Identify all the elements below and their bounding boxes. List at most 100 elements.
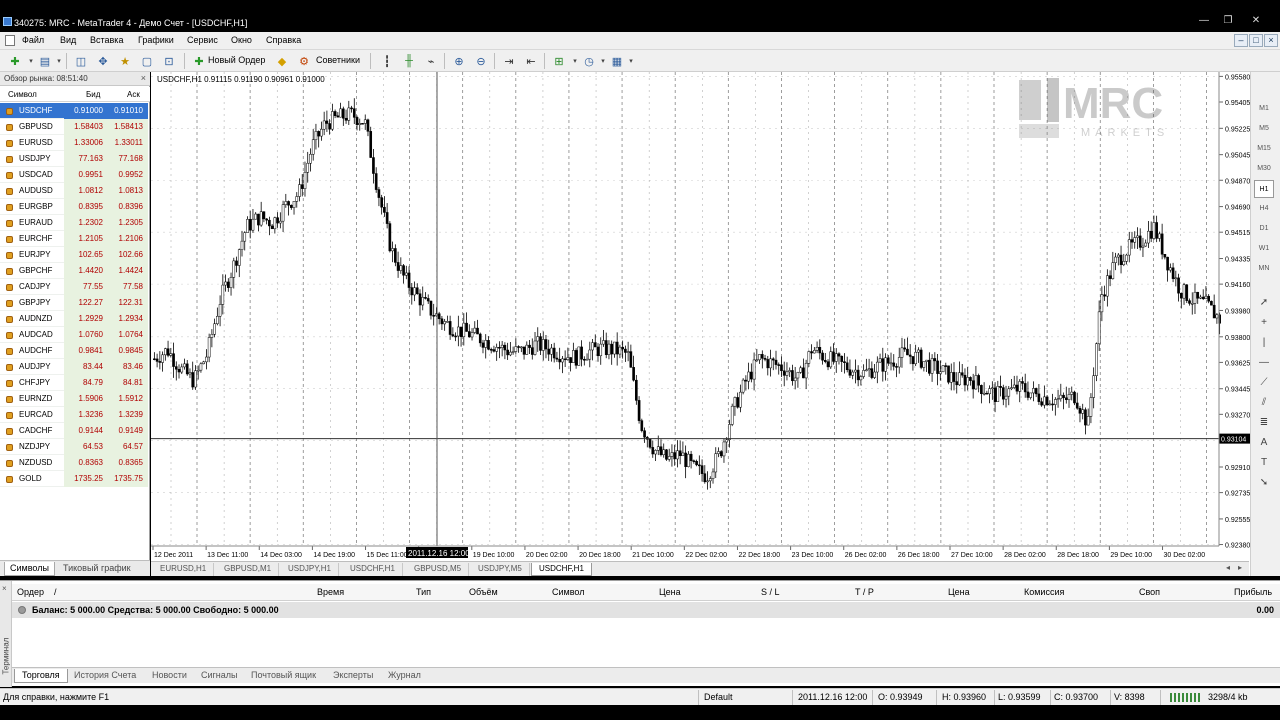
market-watch-row[interactable]: AUDUSD 1.0812 1.0813 (0, 183, 148, 199)
column-bid[interactable]: Бид (86, 90, 100, 99)
col-tp[interactable]: T / P (855, 587, 874, 597)
bar-chart-icon[interactable]: ┇ (378, 53, 396, 69)
timeframe-m30[interactable]: M30 (1254, 160, 1274, 178)
menu-window[interactable]: Окно (231, 35, 252, 45)
price-chart[interactable]: MRC MARKETS USDCHF,H1 0.91115 0.91190 0.… (151, 72, 1250, 561)
terminal-icon[interactable]: ▢ (138, 53, 156, 69)
crosshair-icon[interactable]: + (1255, 314, 1273, 332)
col-time[interactable]: Время (317, 587, 344, 597)
metaeditor-icon[interactable]: ◆ (273, 53, 291, 69)
trendline-icon[interactable]: ⟋ (1255, 374, 1273, 392)
col-type[interactable]: Тип (416, 587, 431, 597)
chart-tab[interactable]: USDCHF,H1 (343, 563, 403, 576)
terminal-tab[interactable]: Торговля (14, 669, 68, 683)
tab-scroll-right-icon[interactable]: ▸ (1238, 563, 1242, 572)
market-watch-row[interactable]: EURCAD 1.3236 1.3239 (0, 407, 148, 423)
channel-icon[interactable]: ⫽ (1255, 394, 1273, 412)
market-watch-row[interactable]: GBPCHF 1.4420 1.4424 (0, 263, 148, 279)
market-watch-row[interactable]: GBPUSD 1.58403 1.58413 (0, 119, 148, 135)
market-watch-row[interactable]: EURJPY 102.65 102.66 (0, 247, 148, 263)
market-watch-row[interactable]: NZDUSD 0.8363 0.8365 (0, 455, 148, 471)
fibonacci-icon[interactable]: ≣ (1255, 414, 1273, 432)
text-icon[interactable]: A (1255, 434, 1273, 452)
doc-minimize-icon[interactable]: – (1234, 34, 1248, 47)
terminal-tab[interactable]: Эксперты (326, 669, 380, 683)
market-watch-row[interactable]: GOLD 1735.25 1735.75 (0, 471, 148, 487)
market-watch-row[interactable]: CADJPY 77.55 77.58 (0, 279, 148, 295)
zoom-out-icon[interactable]: ⊖ (472, 53, 490, 69)
menu-file[interactable]: Файл (22, 35, 44, 45)
timeframe-h1[interactable]: H1 (1254, 180, 1274, 198)
menu-charts[interactable]: Графики (138, 35, 174, 45)
col-profit[interactable]: Прибыль (1234, 587, 1272, 597)
zoom-in-icon[interactable]: ⊕ (450, 53, 468, 69)
market-watch-row[interactable]: AUDCAD 1.0760 1.0764 (0, 327, 148, 343)
col-price-current[interactable]: Цена (948, 587, 970, 597)
chart-tab[interactable]: GBPUSD,M1 (217, 563, 280, 576)
market-watch-row[interactable]: EURNZD 1.5906 1.5912 (0, 391, 148, 407)
data-window-icon[interactable]: ✥ (94, 53, 112, 69)
balance-row[interactable]: Баланс: 5 000.00 Средства: 5 000.00 Своб… (12, 602, 1280, 618)
chart-tab[interactable]: GBPUSD,M5 (407, 563, 470, 576)
market-watch-row[interactable]: NZDJPY 64.53 64.57 (0, 439, 148, 455)
col-sl[interactable]: S / L (761, 587, 780, 597)
horizontal-line-icon[interactable]: — (1255, 354, 1273, 372)
minimize-icon[interactable]: — (1196, 14, 1212, 28)
chart-tab[interactable]: USDCHF,H1 (531, 563, 592, 576)
market-watch-row[interactable]: EURGBP 0.8395 0.8396 (0, 199, 148, 215)
col-volume[interactable]: Объём (469, 587, 498, 597)
chart-area[interactable]: MRC MARKETS USDCHF,H1 0.91115 0.91190 0.… (151, 72, 1280, 576)
expert-advisors-icon[interactable]: ⚙ (295, 53, 313, 69)
col-sort[interactable]: / (54, 587, 57, 597)
timeframe-mn[interactable]: MN (1254, 260, 1274, 278)
tab-scroll-left-icon[interactable]: ◂ (1226, 563, 1230, 572)
dropdown-arrow-icon[interactable]: ▾ (622, 53, 640, 69)
timeframe-h4[interactable]: H4 (1254, 200, 1274, 218)
close-icon[interactable]: × (141, 73, 146, 83)
col-symbol[interactable]: Символ (552, 587, 584, 597)
market-watch-row[interactable]: CHFJPY 84.79 84.81 (0, 375, 148, 391)
timeframe-m15[interactable]: M15 (1254, 140, 1274, 158)
market-watch-row[interactable]: GBPJPY 122.27 122.31 (0, 295, 148, 311)
chart-tab[interactable]: USDJPY,M5 (471, 563, 530, 576)
doc-close-icon[interactable]: × (1264, 34, 1278, 47)
column-ask[interactable]: Аск (127, 90, 140, 99)
arrows-icon[interactable]: ➘ (1255, 474, 1273, 492)
market-watch-row[interactable]: AUDJPY 83.44 83.46 (0, 359, 148, 375)
expert-advisors-button[interactable]: Советники (316, 55, 360, 65)
market-watch-row[interactable]: USDJPY 77.163 77.168 (0, 151, 148, 167)
menu-view[interactable]: Вид (60, 35, 76, 45)
terminal-tab[interactable]: Новости (145, 669, 194, 683)
doc-restore-icon[interactable]: □ (1249, 34, 1263, 47)
new-order-icon[interactable]: ✚ (190, 53, 208, 69)
vertical-line-icon[interactable]: | (1255, 334, 1273, 352)
market-watch-row[interactable]: AUDCHF 0.9841 0.9845 (0, 343, 148, 359)
menu-help[interactable]: Справка (266, 35, 301, 45)
col-order[interactable]: Ордер (17, 587, 44, 597)
menu-tools[interactable]: Сервис (187, 35, 218, 45)
market-watch-row[interactable]: CADCHF 0.9144 0.9149 (0, 423, 148, 439)
tab-tick-chart[interactable]: Тиковый график (58, 562, 136, 576)
terminal-tab[interactable]: История Счета (67, 669, 143, 683)
market-watch-row[interactable]: USDCHF 0.91000 0.91010 (0, 103, 148, 119)
market-watch-row[interactable]: AUDNZD 1.2929 1.2934 (0, 311, 148, 327)
timeframe-w1[interactable]: W1 (1254, 240, 1274, 258)
close-icon[interactable]: ✕ (1248, 14, 1264, 28)
terminal-tab[interactable]: Почтовый ящик (244, 669, 323, 683)
status-profile[interactable]: Default (704, 692, 733, 702)
chart-shift-icon[interactable]: ⇤ (522, 53, 540, 69)
terminal-tab[interactable]: Журнал (381, 669, 428, 683)
tab-symbols[interactable]: Символы (4, 562, 55, 576)
cursor-icon[interactable]: ➚ (1255, 294, 1273, 312)
timeframe-m1[interactable]: M1 (1254, 100, 1274, 118)
document-icon[interactable] (5, 35, 15, 46)
tester-icon[interactable]: ⊡ (160, 53, 178, 69)
market-watch-row[interactable]: EURAUD 1.2302 1.2305 (0, 215, 148, 231)
text-label-icon[interactable]: T (1255, 454, 1273, 472)
market-watch-row[interactable]: EURCHF 1.2105 1.2106 (0, 231, 148, 247)
chart-tab[interactable]: EURUSD,H1 (153, 563, 215, 576)
col-price[interactable]: Цена (659, 587, 681, 597)
market-watch-row[interactable]: EURUSD 1.33006 1.33011 (0, 135, 148, 151)
candlestick-icon[interactable]: ╫ (400, 53, 418, 69)
timeframe-m5[interactable]: M5 (1254, 120, 1274, 138)
